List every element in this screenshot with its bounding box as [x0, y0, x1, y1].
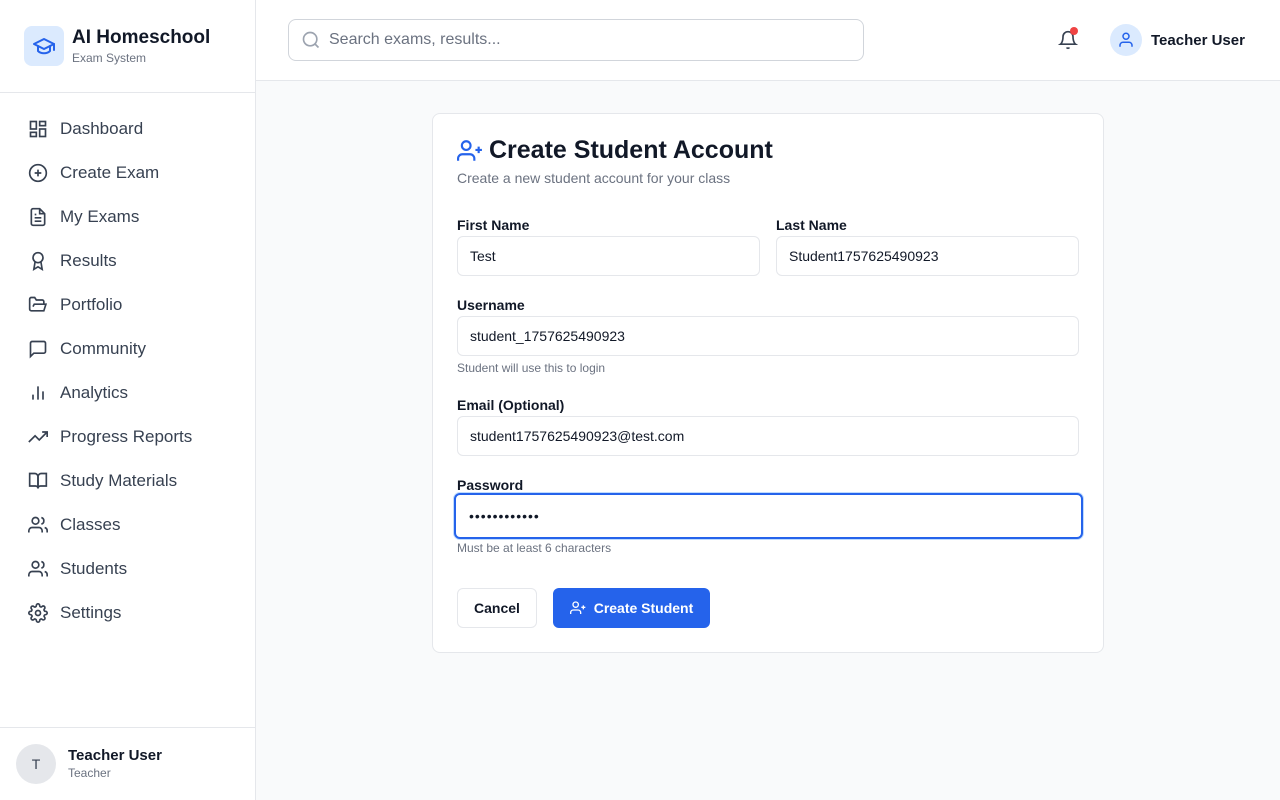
folder-open-icon	[28, 295, 48, 315]
sidebar-item-analytics[interactable]: Analytics	[0, 371, 255, 415]
user-plus-icon	[569, 600, 586, 616]
users-icon	[28, 515, 48, 535]
book-open-icon	[28, 471, 48, 491]
email-field[interactable]	[457, 416, 1079, 456]
username-label: Username	[457, 297, 525, 313]
sidebar-item-my-exams[interactable]: My Exams	[0, 195, 255, 239]
sidebar-item-community[interactable]: Community	[0, 327, 255, 371]
sidebar-item-label: Students	[60, 559, 128, 578]
username-hint: Student will use this to login	[457, 361, 606, 375]
create-student-card: Create Student Account Create a new stud…	[432, 113, 1104, 653]
first-name-field[interactable]	[457, 236, 760, 276]
sidebar-user[interactable]: T Teacher User Teacher	[0, 727, 255, 800]
last-name-field[interactable]	[776, 236, 1079, 276]
avatar: T	[16, 744, 56, 784]
sidebar: AI Homeschool Exam System Dashboard Crea…	[0, 0, 256, 800]
brand[interactable]: AI Homeschool Exam System	[0, 0, 255, 93]
create-student-button[interactable]: Create Student	[553, 588, 710, 628]
sidebar-item-label: Classes	[60, 515, 121, 534]
page-subtitle: Create a new student account for your cl…	[457, 170, 731, 186]
password-label: Password	[457, 477, 524, 493]
sidebar-item-label: Settings	[60, 603, 122, 622]
email-label: Email (Optional)	[457, 397, 565, 413]
sidebar-item-label: My Exams	[60, 207, 140, 226]
search-box[interactable]	[288, 19, 864, 61]
notifications-button[interactable]	[1056, 27, 1080, 52]
sidebar-item-label: Study Materials	[60, 471, 178, 490]
card-header: Create Student Account	[457, 136, 773, 165]
sidebar-item-progress-reports[interactable]: Progress Reports	[0, 415, 255, 459]
create-student-label: Create Student	[593, 600, 694, 616]
user-icon	[1110, 24, 1142, 56]
sidebar-item-label: Dashboard	[60, 119, 144, 138]
file-text-icon	[28, 207, 48, 227]
username-field[interactable]	[457, 316, 1079, 356]
message-square-icon	[28, 339, 48, 359]
sidebar-item-study-materials[interactable]: Study Materials	[0, 459, 255, 503]
sidebar-item-portfolio[interactable]: Portfolio	[0, 283, 255, 327]
award-icon	[28, 251, 48, 271]
user-menu[interactable]: Teacher User	[1110, 24, 1245, 56]
sidebar-item-create-exam[interactable]: Create Exam	[0, 151, 255, 195]
sidebar-item-label: Results	[60, 251, 117, 270]
topbar: Teacher User	[256, 0, 1280, 81]
gear-icon	[28, 603, 48, 623]
sidebar-item-results[interactable]: Results	[0, 239, 255, 283]
sidebar-item-label: Create Exam	[60, 163, 160, 182]
search-input[interactable]	[329, 31, 849, 49]
sidebar-item-label: Progress Reports	[60, 427, 193, 446]
password-field[interactable]	[454, 493, 1083, 539]
user-name: Teacher User	[1151, 31, 1245, 49]
sidebar-item-label: Portfolio	[60, 295, 123, 314]
cancel-button[interactable]: Cancel	[457, 588, 537, 628]
bar-chart-icon	[28, 383, 48, 403]
notification-dot	[1070, 27, 1078, 35]
first-name-label: First Name	[457, 217, 530, 233]
page-title: Create Student Account	[489, 136, 773, 164]
user-plus-icon	[457, 138, 483, 164]
brand-subtitle: Exam System	[72, 50, 147, 65]
sidebar-item-label: Analytics	[60, 383, 129, 402]
user-role: Teacher	[68, 766, 111, 780]
search-icon	[301, 30, 321, 50]
user-name: Teacher User	[68, 747, 162, 764]
sidebar-item-students[interactable]: Students	[0, 547, 255, 591]
sidebar-item-label: Community	[60, 339, 146, 358]
sidebar-item-dashboard[interactable]: Dashboard	[0, 107, 255, 151]
dashboard-icon	[28, 119, 48, 139]
plus-circle-icon	[28, 163, 48, 183]
sidebar-item-classes[interactable]: Classes	[0, 503, 255, 547]
trending-up-icon	[28, 427, 48, 447]
graduation-cap-icon	[24, 26, 64, 66]
users-icon	[28, 559, 48, 579]
sidebar-nav: Dashboard Create Exam My Exams Results P…	[0, 93, 255, 635]
brand-title: AI Homeschool	[72, 26, 211, 48]
password-hint: Must be at least 6 characters	[457, 541, 612, 555]
sidebar-item-settings[interactable]: Settings	[0, 591, 255, 635]
last-name-label: Last Name	[776, 217, 847, 233]
